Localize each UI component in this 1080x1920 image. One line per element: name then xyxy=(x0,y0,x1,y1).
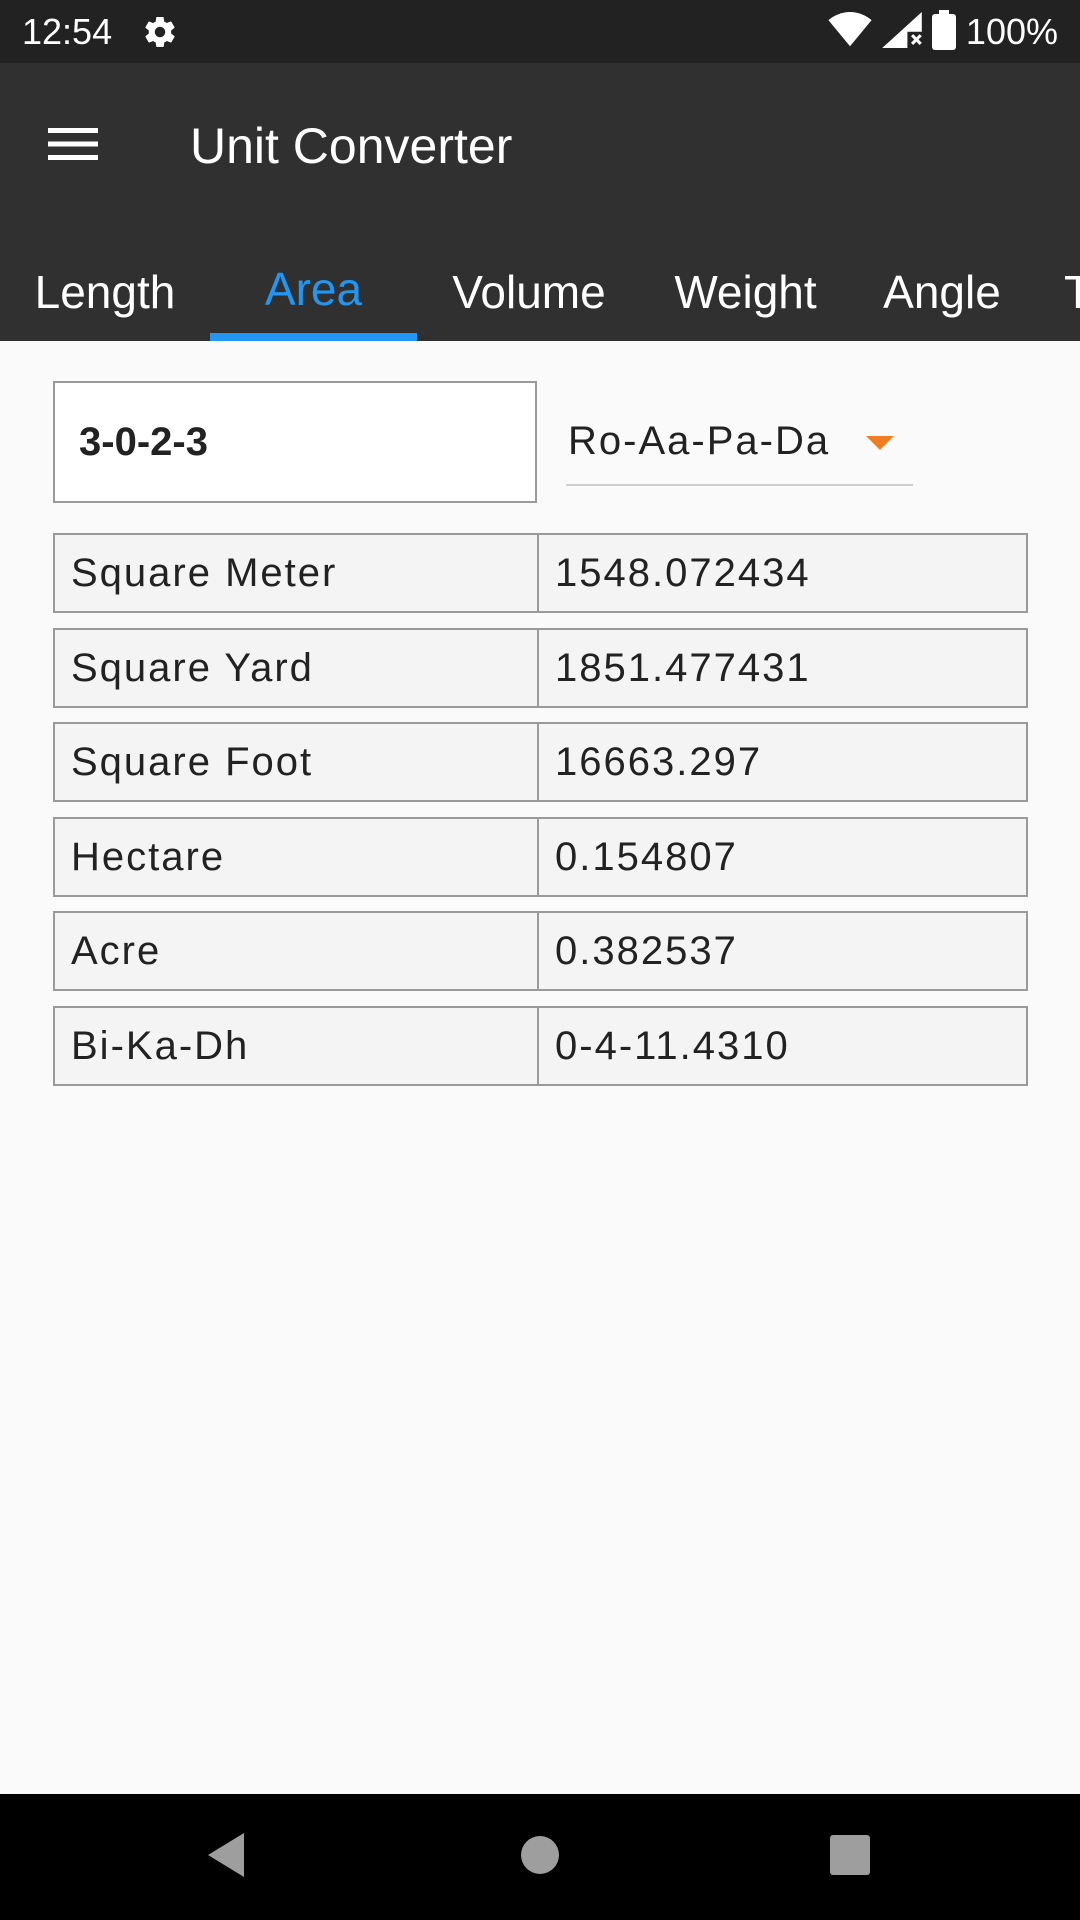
tab-bar: Length Area Volume Weight Angle T xyxy=(0,242,1080,341)
signal-icon xyxy=(882,11,922,53)
status-bar: 12:54 100% xyxy=(0,0,1080,63)
battery-icon xyxy=(931,9,956,55)
result-unit-name: Square Yard xyxy=(55,630,539,706)
navigation-bar xyxy=(0,1794,1080,1920)
result-unit-value: 16663.297 xyxy=(555,739,763,784)
result-unit-name: Square Meter xyxy=(55,535,539,611)
result-row: Square Yard 1851.477431 xyxy=(53,628,1028,708)
result-unit-value: 1548.072434 xyxy=(555,550,811,595)
home-icon xyxy=(520,1835,560,1880)
result-row: Bi-Ka-Dh 0-4-11.4310 xyxy=(53,1006,1028,1086)
unit-select-value: Ro-Aa-Pa-Da xyxy=(568,419,831,463)
result-row: Square Foot 16663.297 xyxy=(53,722,1028,802)
app-bar: Unit Converter Length Area Volume Weight… xyxy=(0,63,1080,341)
back-icon xyxy=(204,1831,248,1884)
tab-indicator xyxy=(210,333,417,341)
wifi-icon xyxy=(828,11,872,53)
hamburger-menu-icon xyxy=(48,126,98,167)
tab-more[interactable]: T xyxy=(1034,242,1080,341)
unit-select[interactable]: Ro-Aa-Pa-Da xyxy=(566,400,913,486)
tab-area[interactable]: Area xyxy=(210,242,417,341)
result-row: Hectare 0.154807 xyxy=(53,817,1028,897)
app-title: Unit Converter xyxy=(190,118,513,174)
home-button[interactable] xyxy=(500,1817,580,1897)
result-unit-name: Hectare xyxy=(55,819,539,895)
result-row: Square Meter 1548.072434 xyxy=(53,533,1028,613)
value-input[interactable] xyxy=(53,381,537,503)
back-button[interactable] xyxy=(186,1817,266,1897)
result-unit-name: Acre xyxy=(55,913,539,989)
result-unit-value: 0.154807 xyxy=(555,834,738,879)
tab-angle[interactable]: Angle xyxy=(850,242,1034,341)
result-unit-name: Square Foot xyxy=(55,724,539,800)
menu-button[interactable] xyxy=(30,103,116,189)
tab-volume[interactable]: Volume xyxy=(417,242,641,341)
status-time: 12:54 xyxy=(22,11,113,52)
recents-button[interactable] xyxy=(810,1817,890,1897)
gear-icon xyxy=(142,14,178,50)
tab-weight[interactable]: Weight xyxy=(641,242,850,341)
dropdown-arrow-icon xyxy=(866,436,894,450)
status-icons: 100% xyxy=(828,9,1058,55)
result-unit-value: 0.382537 xyxy=(555,928,738,973)
result-unit-name: Bi-Ka-Dh xyxy=(55,1008,539,1084)
tab-length[interactable]: Length xyxy=(0,242,210,341)
result-unit-value: 1851.477431 xyxy=(555,645,811,690)
result-row: Acre 0.382537 xyxy=(53,911,1028,991)
result-unit-value: 0-4-11.4310 xyxy=(555,1023,790,1068)
battery-percent: 100% xyxy=(965,11,1058,52)
recents-icon xyxy=(830,1834,870,1880)
